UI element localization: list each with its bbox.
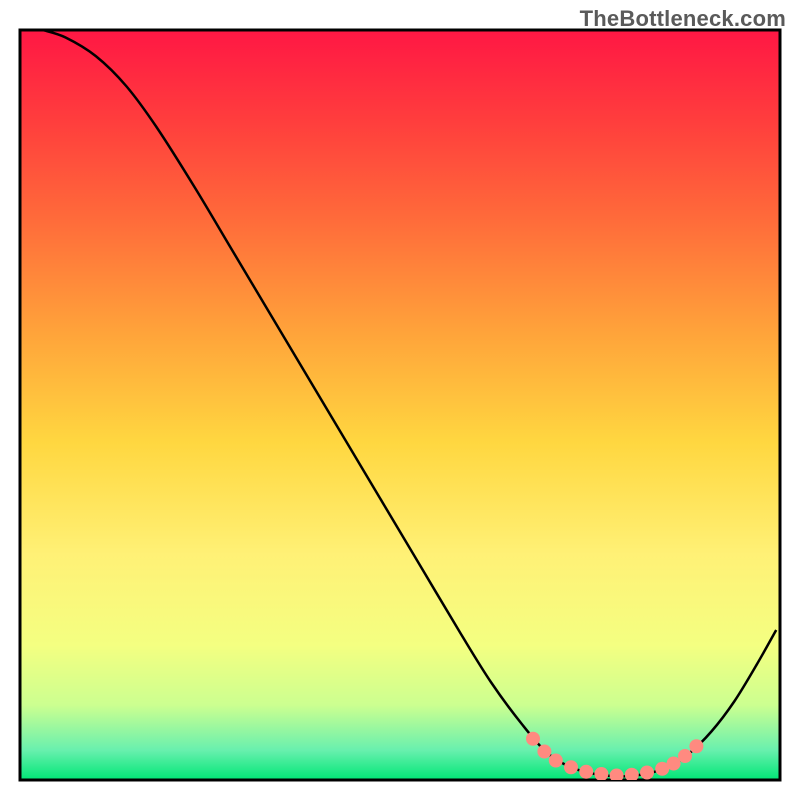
watermark-text: TheBottleneck.com <box>580 6 786 32</box>
optimal-marker <box>678 749 692 763</box>
optimal-marker <box>689 739 703 753</box>
optimal-marker <box>667 757 681 771</box>
optimal-marker <box>564 760 578 774</box>
bottleneck-chart <box>0 0 800 800</box>
optimal-marker <box>640 766 654 780</box>
optimal-marker <box>549 754 563 768</box>
optimal-marker <box>579 765 593 779</box>
optimal-marker <box>625 768 639 782</box>
plot-background <box>20 30 780 780</box>
optimal-marker <box>594 767 608 781</box>
optimal-marker <box>526 732 540 746</box>
chart-container: { "watermark": "TheBottleneck.com", "cha… <box>0 0 800 800</box>
optimal-marker <box>537 745 551 759</box>
